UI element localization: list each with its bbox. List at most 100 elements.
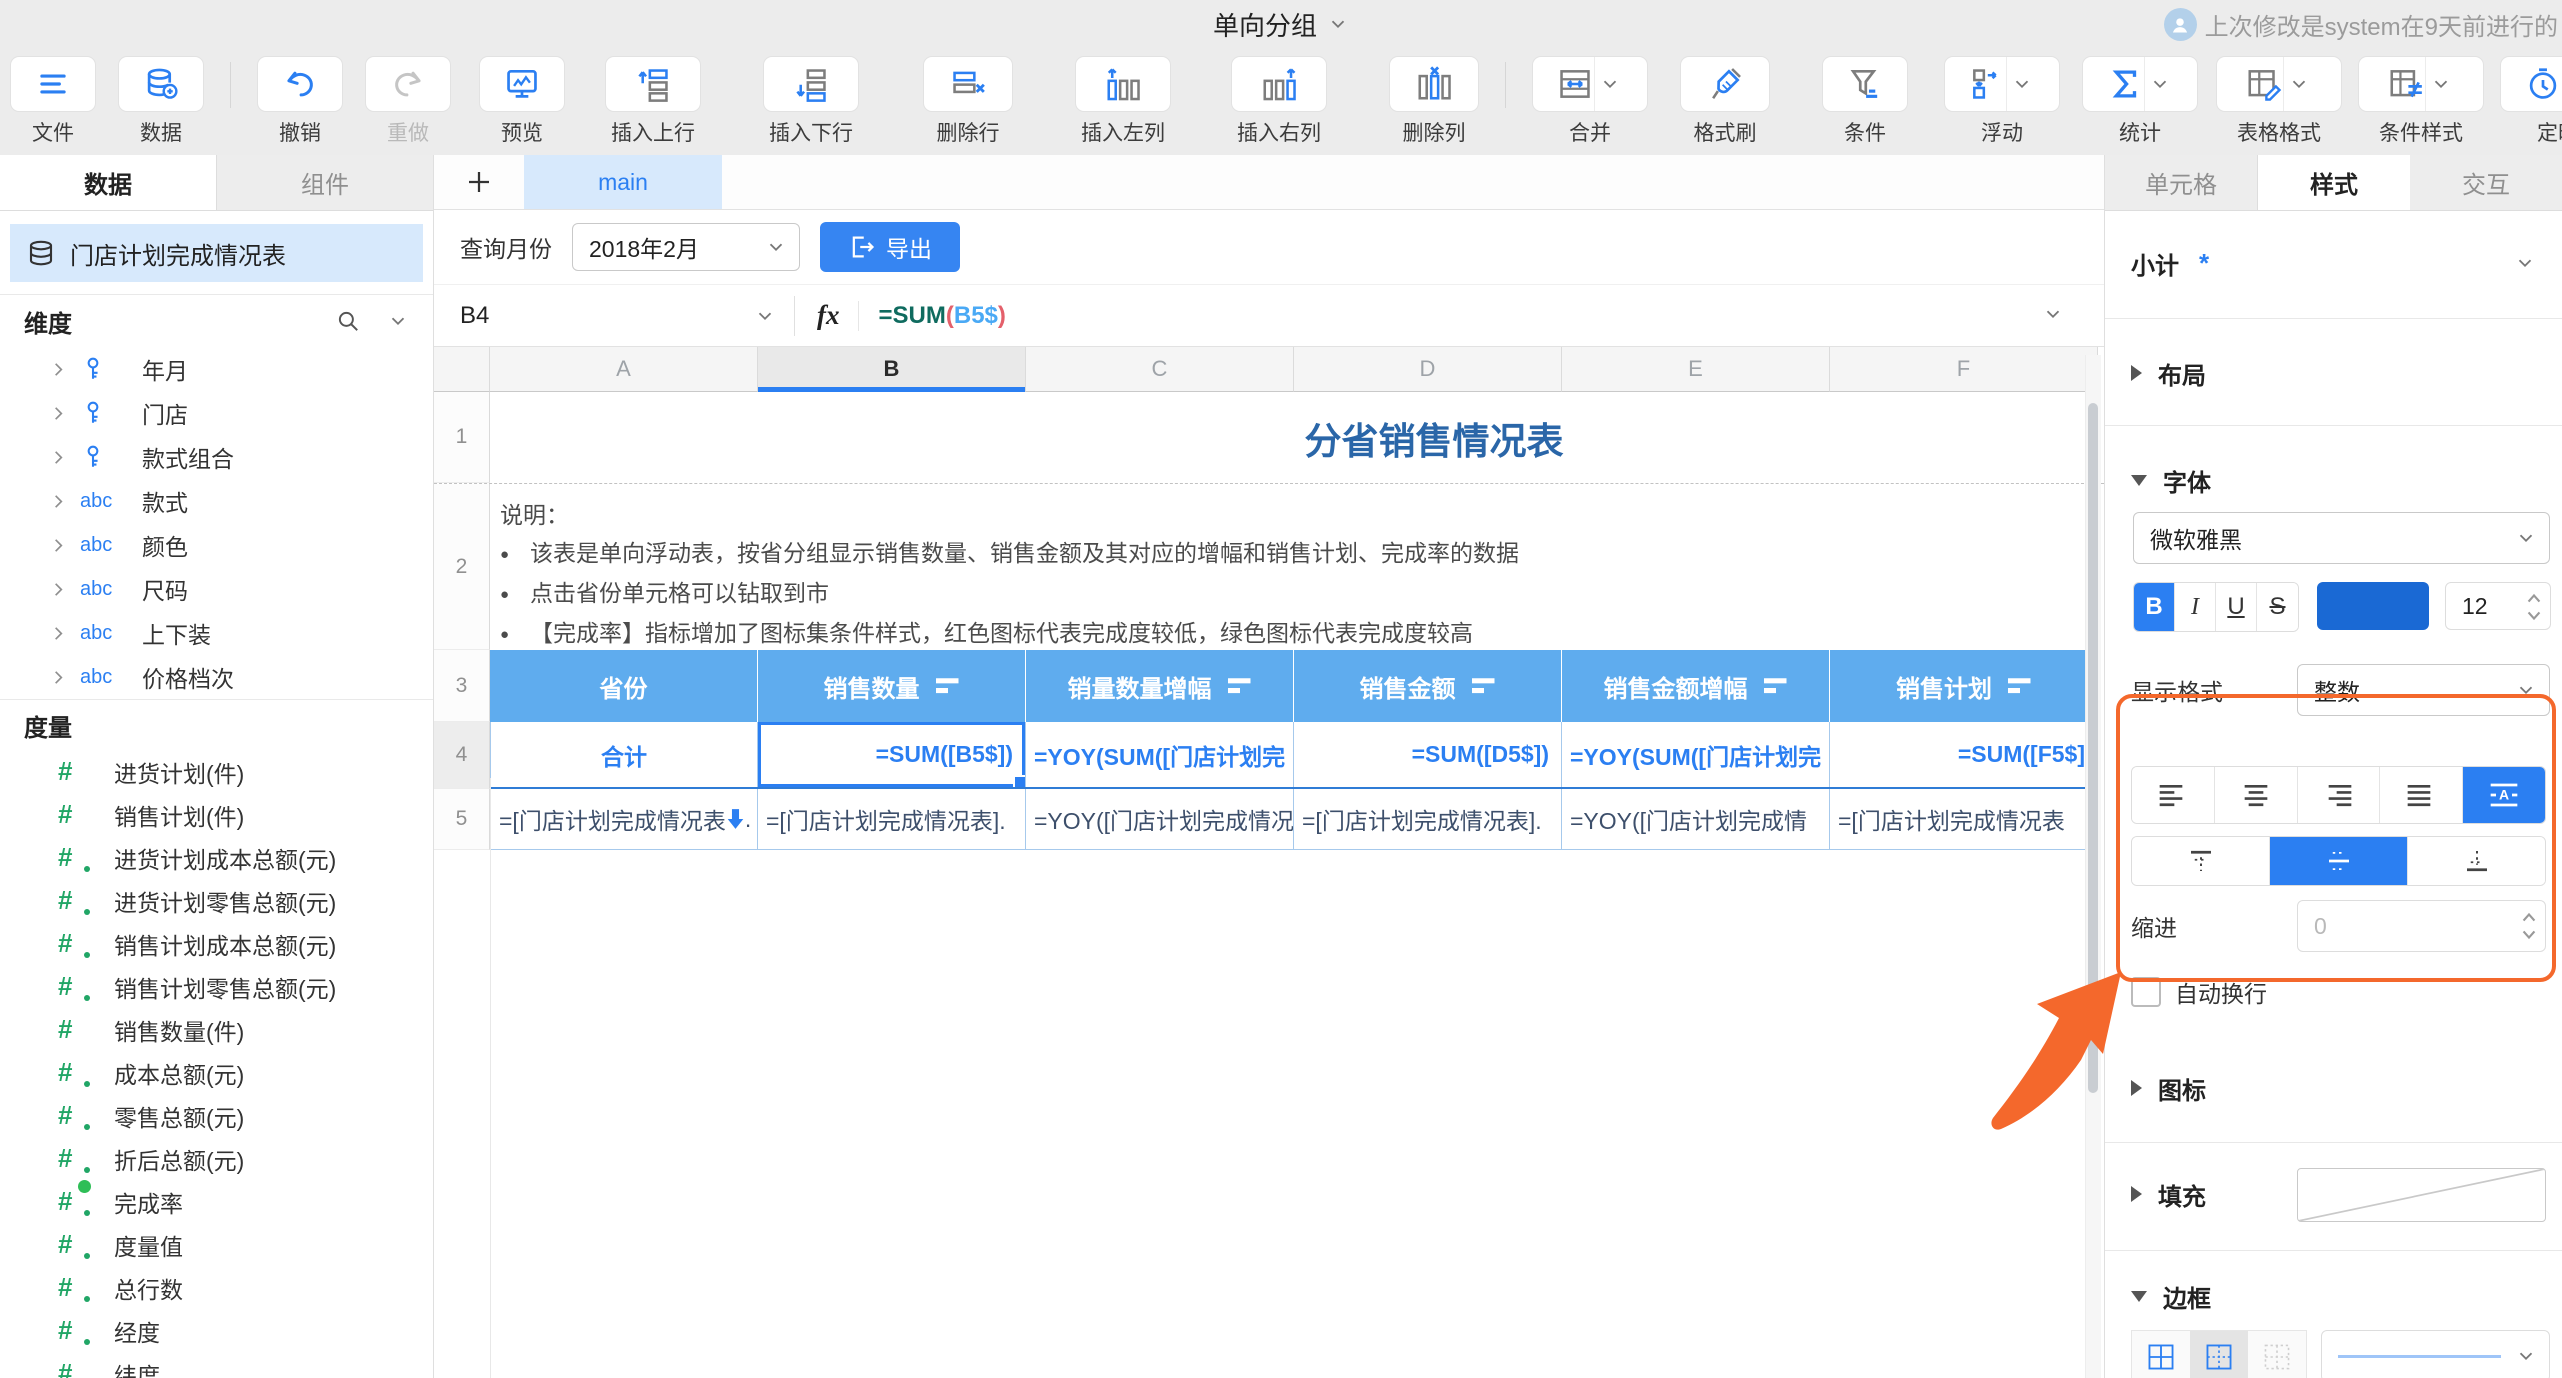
align-right-button[interactable] <box>2298 767 2381 823</box>
measure-item[interactable]: #经度 <box>0 1309 433 1352</box>
toolbar-button-database-add[interactable]: 数据 <box>118 56 204 147</box>
measure-item[interactable]: #总行数 <box>0 1266 433 1309</box>
icon-section[interactable]: 图标 <box>2105 1058 2562 1118</box>
collapse-dimensions-icon[interactable] <box>387 310 409 332</box>
chevron-down-icon[interactable] <box>2425 57 2456 111</box>
chevron-down-icon[interactable] <box>2006 57 2037 111</box>
chevron-right-icon[interactable] <box>50 361 80 378</box>
cell-name-box[interactable]: B4 <box>434 302 794 330</box>
toolbar-button-format-painter[interactable]: 格式刷 <box>1680 56 1770 147</box>
dimension-item[interactable]: abc尺码 <box>0 567 433 611</box>
bold-button[interactable]: B <box>2134 583 2175 631</box>
measure-item[interactable]: #完成率 <box>0 1180 433 1223</box>
detail-row-cell[interactable]: =[门店计划完成情况表. <box>490 789 758 849</box>
toolbar-button-undo[interactable]: 撤销 <box>257 56 343 147</box>
total-row-cell[interactable]: =YOY(SUM([门店计划完 <box>1026 722 1294 787</box>
dimension-item[interactable]: abc颜色 <box>0 523 433 567</box>
border-style-select-1[interactable] <box>2321 1330 2550 1378</box>
detail-row-cell[interactable]: =[门店计划完成情况表]. <box>1294 789 1562 849</box>
measure-item[interactable]: #进货计划成本总额(元) <box>0 836 433 879</box>
strikethrough-button[interactable]: S <box>2257 583 2298 631</box>
total-row-cell[interactable]: 合计 <box>490 722 758 787</box>
column-header-B[interactable]: B <box>758 347 1026 392</box>
detail-row-cell[interactable]: =[门店计划完成情况表 <box>1830 789 2098 849</box>
chevron-down-icon[interactable] <box>2144 57 2175 111</box>
align-distributed-button[interactable]: A <box>2463 767 2545 823</box>
column-header-F[interactable]: F <box>1830 347 2098 392</box>
align-center-button[interactable] <box>2215 767 2298 823</box>
font-color-swatch[interactable] <box>2317 582 2429 630</box>
subtotal-section[interactable]: 小计* <box>2105 228 2562 298</box>
fill-color-swatch[interactable] <box>2297 1168 2546 1222</box>
selection-handle[interactable] <box>1013 775 1026 787</box>
row-header-3[interactable]: 3 <box>434 650 490 722</box>
toolbar-button-preview[interactable]: 预览 <box>479 56 565 147</box>
detail-row-cell[interactable]: =YOY([门店计划完成情况 <box>1026 789 1294 849</box>
toolbar-button-insert-col-left[interactable]: 插入左列 <box>1075 56 1171 147</box>
toolbar-button-sigma[interactable]: 统计 <box>2082 56 2198 147</box>
measure-item[interactable]: #销售计划成本总额(元) <box>0 922 433 965</box>
table-header-cell[interactable]: 销售计划 <box>1830 650 2098 722</box>
dimension-item[interactable]: 款式组合 <box>0 435 433 479</box>
detail-row-cell[interactable]: =[门店计划完成情况表]. <box>758 789 1026 849</box>
column-header-E[interactable]: E <box>1562 347 1830 392</box>
table-header-cell[interactable]: 销量数量增幅 <box>1026 650 1294 722</box>
tab-components[interactable]: 组件 <box>216 155 433 210</box>
dimension-item[interactable]: 门店 <box>0 391 433 435</box>
font-size-input[interactable]: 12 <box>2445 582 2551 630</box>
toolbar-button-insert-col-right[interactable]: 插入右列 <box>1231 56 1327 147</box>
layout-section[interactable]: 布局 <box>2105 338 2562 408</box>
dimension-item[interactable]: abc价格档次 <box>0 655 433 699</box>
stepper-icon[interactable] <box>2524 588 2544 626</box>
toolbar-button-delete-row[interactable]: 删除行 <box>923 56 1013 147</box>
measure-item[interactable]: #零售总额(元) <box>0 1094 433 1137</box>
toolbar-button-float[interactable]: 浮动 <box>1944 56 2060 147</box>
measure-item[interactable]: #进货计划零售总额(元) <box>0 879 433 922</box>
column-header-A[interactable]: A <box>490 347 758 392</box>
chevron-right-icon[interactable] <box>50 537 80 554</box>
scrollbar-thumb[interactable] <box>2088 403 2098 1093</box>
report-title[interactable]: 分省销售情况表 <box>1305 411 1564 465</box>
border-all-button[interactable] <box>2132 1331 2190 1378</box>
table-header-cell[interactable]: 省份 <box>490 650 758 722</box>
grid-corner[interactable] <box>434 347 490 392</box>
indent-input[interactable]: 0 <box>2297 900 2546 952</box>
datasource-item[interactable]: 门店计划完成情况表 <box>10 224 423 282</box>
row-header-1[interactable]: 1 <box>434 392 490 483</box>
table-header-cell[interactable]: 销售数量 <box>758 650 1026 722</box>
dimension-item[interactable]: abc款式 <box>0 479 433 523</box>
formula-expand-icon[interactable] <box>2042 303 2064 325</box>
toolbar-button-menu-lines[interactable]: 文件 <box>10 56 96 147</box>
border-none-button[interactable] <box>2248 1331 2306 1378</box>
total-row-cell[interactable]: =YOY(SUM([门店计划完 <box>1562 722 1830 787</box>
measure-item[interactable]: #折后总额(元) <box>0 1137 433 1180</box>
border-section[interactable]: 边框 <box>2105 1266 2562 1326</box>
column-header-C[interactable]: C <box>1026 347 1294 392</box>
underline-button[interactable]: U <box>2216 583 2257 631</box>
toolbar-button-conditional-style[interactable]: 条件样式 <box>2358 56 2484 147</box>
align-justify-button[interactable] <box>2380 767 2463 823</box>
total-row-cell[interactable]: =SUM([B5$]) <box>758 722 1026 787</box>
word-wrap-checkbox[interactable] <box>2131 977 2161 1007</box>
chevron-right-icon[interactable] <box>50 405 80 422</box>
font-section[interactable]: 字体 <box>2105 450 2562 510</box>
report-type-dropdown[interactable]: 单向分组 <box>1213 6 1349 43</box>
chevron-right-icon[interactable] <box>50 449 80 466</box>
display-format-select[interactable]: 整数 <box>2297 664 2550 716</box>
valign-middle-button[interactable] <box>2270 837 2408 885</box>
tab-cell[interactable]: 单元格 <box>2105 155 2257 210</box>
chevron-right-icon[interactable] <box>50 625 80 642</box>
border-inner-button[interactable] <box>2190 1331 2248 1378</box>
tab-data[interactable]: 数据 <box>0 155 216 210</box>
report-notes[interactable]: 说明：●该表是单向浮动表，按省分组显示销售数量、销售金额及其对应的增幅和销售计划… <box>490 484 2098 654</box>
formula-input[interactable]: =SUM(B5$) <box>879 302 1006 330</box>
detail-row-cell[interactable]: =YOY([门店计划完成情 <box>1562 789 1830 849</box>
toolbar-button-table-format[interactable]: 表格格式 <box>2216 56 2342 147</box>
search-icon[interactable] <box>335 308 361 334</box>
measure-item[interactable]: #销售计划(件) <box>0 793 433 836</box>
toolbar-button-merge-cells[interactable]: 合并 <box>1532 56 1648 147</box>
toolbar-button-insert-row-below[interactable]: 插入下行 <box>763 56 859 147</box>
vertical-scrollbar[interactable] <box>2085 355 2101 1378</box>
align-left-button[interactable] <box>2132 767 2215 823</box>
column-header-D[interactable]: D <box>1294 347 1562 392</box>
